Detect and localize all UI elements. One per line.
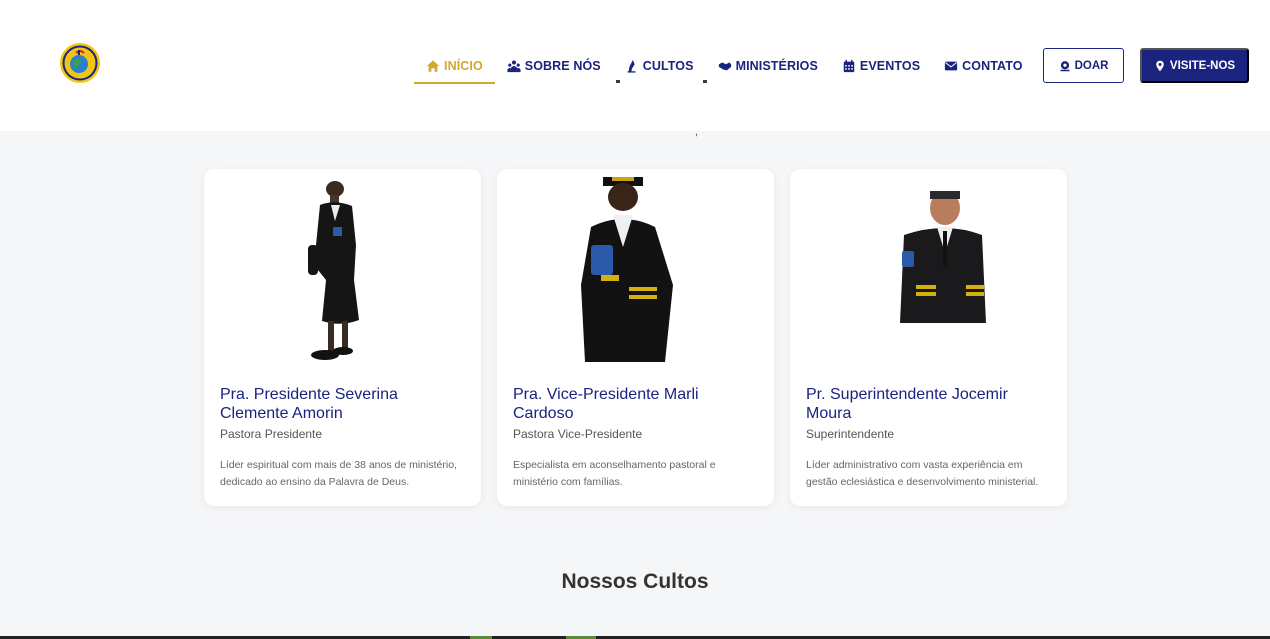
leader-role: Pastora Vice-Presidente (513, 427, 643, 441)
leader-name: Pra. Presidente Severina Clemente Amorin (220, 386, 398, 422)
nav-item-sobre-nos[interactable]: SOBRE NÓS (495, 48, 613, 84)
people-icon (507, 60, 521, 73)
nav-item-label: MINISTÉRIOS (735, 59, 818, 73)
home-icon (426, 60, 440, 72)
leader-description: Especialista em aconselhamento pastoral … (513, 459, 716, 488)
donate-button-label: DOAR (1074, 59, 1109, 72)
handshake-icon (718, 62, 731, 71)
visit-us-button-label: VISITE-NOS (1169, 59, 1236, 72)
nav-item-ministerios[interactable]: MINISTÉRIOS (706, 48, 830, 84)
leader-role: Superintendente (806, 427, 895, 441)
nav-item-contato[interactable]: CONTATO (932, 48, 1034, 84)
donate-icon (1060, 60, 1070, 71)
leader-photo (308, 181, 359, 360)
location-pin-icon (1156, 60, 1164, 71)
nav-item-label: CULTOS (642, 59, 694, 73)
nav-item-label: EVENTOS (859, 59, 921, 73)
leader-description: Líder espiritual com mais de 38 anos de … (220, 459, 457, 488)
leader-name: Pr. Superintendente Jocemir Moura (806, 386, 1008, 422)
nav-item-label: SOBRE NÓS (524, 59, 601, 73)
nav-item-label: INÍCIO (444, 59, 483, 73)
leader-card: Pra. Presidente Severina Clemente Amorin… (204, 169, 481, 506)
site-header: INÍCIO SOBRE NÓS CULTOS MINISTÉRIOS EVEN… (0, 0, 1270, 131)
nav-dot (616, 80, 620, 83)
leader-description: Líder administrativo com vasta experiênc… (806, 459, 1039, 488)
donate-button[interactable]: DOAR (1043, 48, 1124, 83)
leader-name: Pra. Vice-Presidente Marli Cardoso (513, 386, 699, 422)
nav-item-inicio[interactable]: INÍCIO (414, 48, 495, 84)
leader-photo (900, 191, 986, 323)
cultos-section-title: Nossos Cultos (561, 570, 709, 593)
leader-photo (581, 177, 673, 362)
hands-icon (627, 59, 636, 73)
leader-role: Pastora Presidente (220, 427, 323, 441)
calendar-icon (843, 59, 855, 73)
nav-item-cultos[interactable]: CULTOS (613, 48, 706, 84)
church-logo[interactable] (56, 42, 104, 84)
leader-card: Pr. Superintendente Jocemir Moura Superi… (790, 169, 1067, 506)
main-nav: INÍCIO SOBRE NÓS CULTOS MINISTÉRIOS EVEN… (414, 48, 1035, 84)
leader-card: Pra. Vice-Presidente Marli Cardoso Pasto… (497, 169, 774, 506)
nav-dot (703, 80, 707, 83)
visit-us-button[interactable]: VISITE-NOS (1140, 48, 1249, 83)
nav-item-label: CONTATO (962, 59, 1023, 73)
nav-item-eventos[interactable]: EVENTOS (830, 48, 932, 84)
envelope-icon (945, 61, 958, 71)
